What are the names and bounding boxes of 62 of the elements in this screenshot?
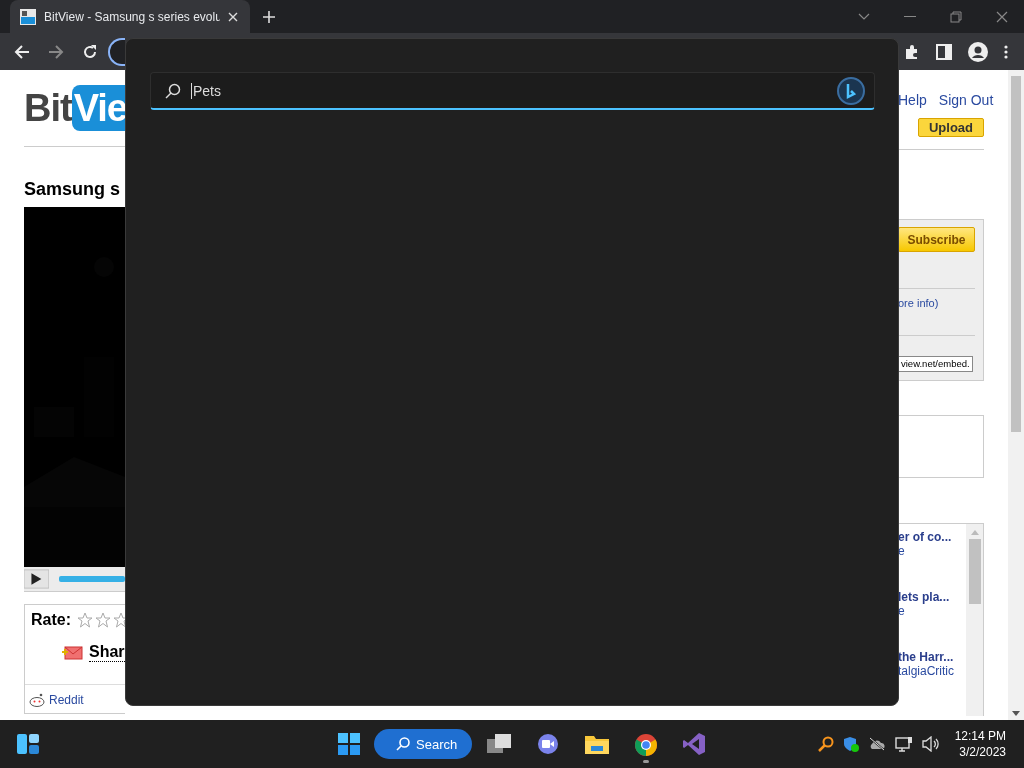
search-icon <box>165 82 181 99</box>
scroll-thumb[interactable] <box>1011 76 1021 432</box>
menu-icon[interactable] <box>1004 44 1008 59</box>
back-icon[interactable] <box>14 43 30 60</box>
star-icon[interactable] <box>113 612 125 628</box>
chrome-icon[interactable] <box>634 732 658 757</box>
video-author: e <box>898 604 906 618</box>
close-icon[interactable] <box>996 10 1008 23</box>
search-field[interactable]: Pets <box>150 72 875 110</box>
video-link[interactable]: er of co... <box>898 530 966 544</box>
video-link[interactable]: the Harr... <box>898 650 966 664</box>
puzzle-icon[interactable] <box>904 43 920 60</box>
chevron-down-icon[interactable] <box>858 12 870 21</box>
address-bar[interactable] <box>108 37 125 66</box>
reddit-icon <box>29 693 45 707</box>
reddit-link[interactable]: Reddit <box>49 693 84 707</box>
reload-icon[interactable] <box>82 43 98 60</box>
minimize-icon[interactable] <box>904 15 916 18</box>
favicon-icon <box>20 8 36 25</box>
volume-icon[interactable] <box>921 736 940 752</box>
search-icon <box>396 737 410 751</box>
cloud-off-icon[interactable] <box>867 737 886 751</box>
restore-icon[interactable] <box>950 10 962 23</box>
network-icon[interactable] <box>894 736 913 752</box>
rate-label: Rate: <box>31 611 71 629</box>
widgets-icon[interactable] <box>16 733 40 755</box>
clock-time[interactable]: 12:14 PM <box>954 728 1006 744</box>
folder-icon[interactable] <box>584 733 610 755</box>
visual-studio-icon[interactable] <box>682 732 706 756</box>
scrollbar[interactable] <box>966 524 983 716</box>
header-link[interactable]: Sign Out <box>938 92 994 108</box>
video-title: Samsung s <box>24 179 122 200</box>
page-scrollbar[interactable] <box>1008 70 1024 720</box>
more-info-link[interactable]: ore info) <box>898 297 975 309</box>
video-link[interactable]: lets pla... <box>898 590 966 604</box>
search-button[interactable]: Search <box>374 729 472 759</box>
share-link[interactable]: Shar <box>89 643 125 662</box>
scroll-thumb[interactable] <box>968 539 981 604</box>
chat-icon[interactable] <box>536 733 560 755</box>
play-icon[interactable] <box>24 568 49 590</box>
magnifier-icon[interactable] <box>817 736 834 752</box>
running-indicator <box>643 759 649 763</box>
subscribe-button[interactable]: Subscribe <box>898 227 975 252</box>
windows-icon[interactable] <box>338 733 360 755</box>
video-author: e <box>898 544 906 558</box>
task-view-icon[interactable] <box>486 733 512 755</box>
embed-field[interactable]: view.net/embed. <box>898 356 973 372</box>
shield-icon[interactable] <box>842 736 859 752</box>
new-tab-icon[interactable] <box>262 9 276 24</box>
profile-icon[interactable] <box>968 41 988 62</box>
clock-date[interactable]: 3/2/2023 <box>959 744 1006 760</box>
chat-bubble-icon[interactable] <box>836 75 866 106</box>
scroll-down-icon[interactable] <box>1012 711 1020 716</box>
forward-icon[interactable] <box>48 43 64 60</box>
envelope-icon <box>61 645 83 660</box>
upload-button[interactable]: Upload <box>918 118 984 137</box>
star-icon[interactable] <box>95 612 111 628</box>
header-link[interactable]: Help <box>898 92 927 108</box>
video-author: talgiaCritic <box>898 664 955 678</box>
side-panel-icon[interactable] <box>936 43 952 60</box>
star-icon[interactable] <box>77 612 93 628</box>
logo-text[interactable]: Bit <box>24 86 72 130</box>
